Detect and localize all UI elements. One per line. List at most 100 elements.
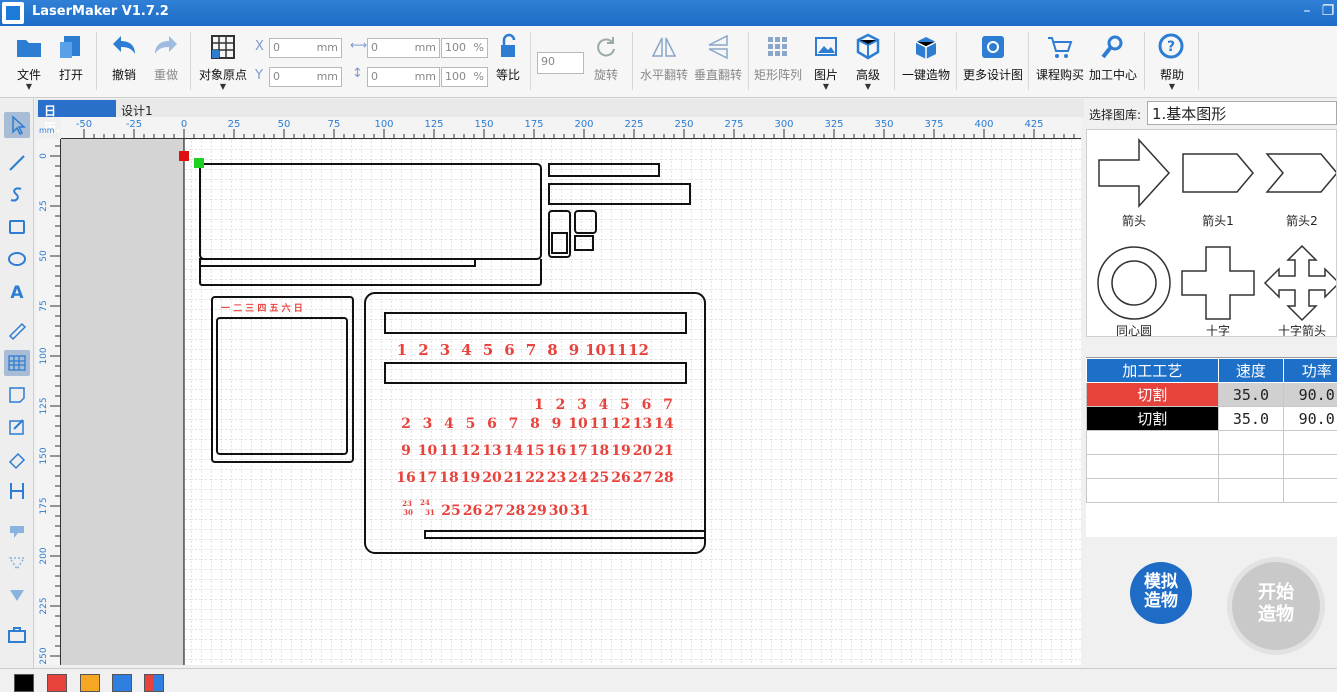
month-number: 9	[569, 341, 579, 359]
height-field[interactable]: 0mm	[367, 67, 440, 87]
shape-cross[interactable]: 十字	[1177, 244, 1259, 337]
process-mode[interactable]: 切割	[1087, 383, 1219, 407]
shape-arrow1[interactable]: 箭头1	[1177, 134, 1259, 234]
array-icon	[763, 32, 793, 62]
month-number: 3	[440, 341, 450, 359]
processing-center-button[interactable]: 加工中心	[1088, 30, 1138, 92]
design-canvas[interactable]: 一 二 三 四 五 六 日123456789101112123456723456…	[61, 139, 1081, 665]
x-position-field[interactable]: 0mm	[269, 38, 342, 58]
flip-horizontal-icon	[649, 32, 679, 62]
flip-horizontal-button[interactable]: 水平翻转	[638, 30, 690, 92]
month-number: 7	[526, 341, 536, 359]
open-button[interactable]: 打开	[54, 30, 88, 92]
ruler-tick-label: 100	[374, 119, 393, 130]
power-value[interactable]: 90.0	[1284, 383, 1337, 407]
offset-tool[interactable]	[4, 582, 30, 608]
object-origin-button[interactable]: 对象原点▼	[196, 30, 250, 92]
wrench-gear-icon	[1098, 32, 1128, 62]
line-tool[interactable]	[4, 150, 30, 176]
shape-concentric[interactable]: 同心圆	[1093, 244, 1175, 337]
horizontal-ruler-ticks: -50-250255075100125150175200225250275300…	[61, 117, 1081, 139]
more-designs-button[interactable]: 更多设计图	[962, 30, 1024, 92]
toolbox-tool[interactable]	[4, 622, 30, 648]
shape-arrow2[interactable]: 箭头2	[1261, 134, 1337, 234]
day-number: 24	[568, 470, 588, 486]
simulate-button[interactable]: 模拟 造物	[1130, 562, 1192, 624]
text-tool[interactable]: A	[4, 278, 30, 304]
ellipse-tool[interactable]	[4, 246, 30, 272]
library-select[interactable]: 1.基本图形	[1147, 101, 1337, 125]
distribute-tool[interactable]	[4, 478, 30, 504]
table-row[interactable]: 切割 35.0 90.0 ☑	[1087, 407, 1337, 431]
day-number: 16	[396, 470, 415, 486]
weld-tool[interactable]	[4, 518, 30, 544]
undo-button[interactable]: 撤销	[106, 30, 142, 92]
advanced-button[interactable]: 高级▼	[850, 30, 886, 92]
tab-design1[interactable]: 设计1	[115, 100, 159, 117]
lock-ratio-button[interactable]: 等比	[492, 30, 524, 92]
grid-tool[interactable]	[4, 350, 30, 376]
file-button[interactable]: 文件▼	[10, 30, 48, 92]
color-swatch-blue[interactable]	[112, 674, 132, 692]
width-percent-field[interactable]: 100%	[441, 38, 488, 58]
ruler-tick-label: 200	[574, 119, 593, 130]
page-tool[interactable]	[4, 382, 30, 408]
day-number: 26	[611, 470, 630, 486]
day-number: 15	[525, 443, 544, 459]
color-palette	[0, 668, 1337, 690]
day-number: 17	[568, 443, 587, 459]
month-number: 4	[461, 341, 471, 359]
ruler-tick-label: 50	[39, 250, 49, 262]
open-file-icon	[56, 32, 86, 62]
angle-field[interactable]: 90	[537, 52, 584, 74]
speed-value[interactable]: 35.0	[1218, 407, 1284, 431]
page-icon	[4, 382, 30, 408]
main-toolbar: 文件▼ 打开 撤销 重做 对象原点▼ X Y 0mm 0mm ⟷ ↕ 0mm 0…	[0, 26, 1337, 98]
drawing-tools: A	[0, 98, 34, 678]
day-number: 23	[547, 470, 566, 486]
rotate-button[interactable]: 旋转	[590, 30, 622, 92]
one-click-make-button[interactable]: 一键造物	[900, 30, 952, 92]
day-number: 5	[466, 416, 476, 432]
width-field[interactable]: 0mm	[367, 38, 440, 58]
ruler-tick-label: 350	[874, 119, 893, 130]
canvas-drawing[interactable]: 一 二 三 四 五 六 日123456789101112123456723456…	[61, 139, 1081, 665]
maximize-icon[interactable]: ❐	[1318, 3, 1337, 23]
speed-value[interactable]: 35.0	[1218, 383, 1284, 407]
help-button[interactable]: ? 帮助▼	[1152, 30, 1192, 92]
eraser-tool[interactable]	[4, 446, 30, 472]
y-position-field[interactable]: 0mm	[269, 67, 342, 87]
color-swatch-multi[interactable]	[144, 674, 164, 692]
color-swatch-orange[interactable]	[80, 674, 100, 692]
measure-tool[interactable]	[4, 318, 30, 344]
day-number: 28	[506, 503, 525, 519]
shape-cross-arrow[interactable]: 十字箭头	[1261, 244, 1337, 337]
start-button[interactable]: 开始 造物	[1227, 557, 1325, 655]
shape-arrow[interactable]: 箭头	[1093, 134, 1175, 234]
tab-calendar[interactable]: 日历.lcp✕	[38, 100, 116, 117]
rectangle-tool[interactable]	[4, 214, 30, 240]
minimize-icon[interactable]: –	[1297, 3, 1317, 23]
right-panel: 选择图库: 1.基本图形 箭头 箭头1 箭头2 同心圆 十字 十字箭头 加工工艺…	[1084, 99, 1337, 679]
select-tool[interactable]	[4, 112, 30, 138]
day-number: 27	[633, 470, 652, 486]
month-number: 6	[504, 341, 514, 359]
curve-tool[interactable]	[4, 182, 30, 208]
text-icon: A	[4, 278, 30, 304]
process-mode[interactable]: 切割	[1087, 407, 1219, 431]
rect-array-button[interactable]: 矩形阵列	[752, 30, 804, 92]
height-percent-field[interactable]: 100%	[441, 67, 488, 87]
table-row[interactable]: 切割 35.0 90.0 ☑	[1087, 383, 1337, 407]
redo-button[interactable]: 重做	[148, 30, 184, 92]
edit-tool[interactable]	[4, 414, 30, 440]
image-button[interactable]: 图片▼	[810, 30, 842, 92]
process-table: 加工工艺 速度 功率 输 切割 35.0 90.0 ☑ 切割 35.0 90.0…	[1086, 357, 1337, 537]
day-number: 23	[402, 499, 412, 508]
trim-tool[interactable]	[4, 550, 30, 576]
color-swatch-black[interactable]	[14, 674, 34, 692]
color-swatch-red[interactable]	[47, 674, 67, 692]
flip-vertical-button[interactable]: 垂直翻转	[692, 30, 744, 92]
month-number: 11	[607, 341, 628, 359]
course-purchase-button[interactable]: 课程购买	[1034, 30, 1086, 92]
power-value[interactable]: 90.0	[1284, 407, 1337, 431]
